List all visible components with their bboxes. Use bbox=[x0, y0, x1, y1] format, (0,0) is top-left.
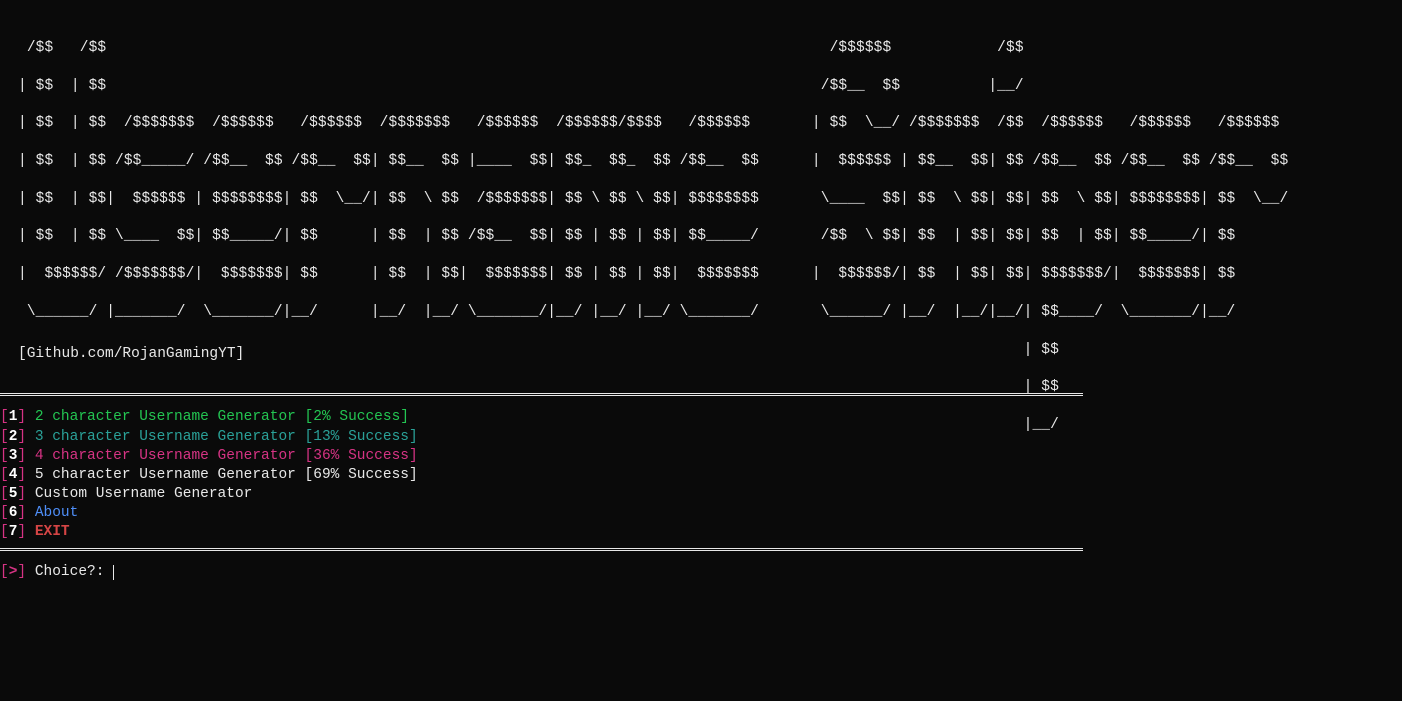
menu-item-5[interactable]: [5] Custom Username Generator bbox=[0, 485, 1402, 504]
menu-label: 3 character Username Generator [13% Succ… bbox=[35, 429, 418, 445]
menu-item-4[interactable]: [4] 5 character Username Generator [69% … bbox=[0, 466, 1402, 485]
menu-label: 5 character Username Generator [69% Succ… bbox=[35, 467, 418, 483]
terminal-screen: /$$ /$$ /$$$$$$ /$$ | $$ | $$ bbox=[0, 0, 1402, 582]
menu-item-6[interactable]: [6] About bbox=[0, 504, 1402, 523]
menu-label: Custom Username Generator bbox=[35, 486, 253, 502]
bracket-open: [ bbox=[0, 524, 9, 540]
menu-label: 4 character Username Generator [36% Succ… bbox=[35, 448, 418, 464]
bracket-close: ] bbox=[17, 448, 26, 464]
bracket-close: ] bbox=[17, 467, 26, 483]
prompt-symbol: > bbox=[9, 563, 18, 582]
bracket-close: ] bbox=[17, 563, 26, 582]
bracket-close: ] bbox=[17, 486, 26, 502]
menu-label: About bbox=[35, 505, 79, 521]
bracket-open: [ bbox=[0, 486, 9, 502]
bracket-open: [ bbox=[0, 429, 9, 445]
menu-item-3[interactable]: [3] 4 character Username Generator [36% … bbox=[0, 447, 1402, 466]
choice-input[interactable] bbox=[113, 565, 314, 580]
bracket-close: ] bbox=[17, 505, 26, 521]
bracket-open: [ bbox=[0, 448, 9, 464]
bracket-close: ] bbox=[17, 524, 26, 540]
bracket-open: [ bbox=[0, 563, 9, 582]
bracket-close: ] bbox=[17, 409, 26, 425]
menu-item-7[interactable]: [7] EXIT bbox=[0, 523, 1402, 542]
bracket-open: [ bbox=[0, 467, 9, 483]
bracket-open: [ bbox=[0, 409, 9, 425]
prompt-label: Choice?: bbox=[35, 563, 105, 582]
bracket-close: ] bbox=[17, 429, 26, 445]
menu-label: 2 character Username Generator [2% Succe… bbox=[35, 409, 409, 425]
prompt-line: [>] Choice?: bbox=[0, 551, 1402, 582]
ascii-banner: /$$ /$$ /$$$$$$ /$$ | $$ | $$ bbox=[0, 0, 1402, 445]
menu-label: EXIT bbox=[35, 524, 70, 540]
bracket-open: [ bbox=[0, 505, 9, 521]
